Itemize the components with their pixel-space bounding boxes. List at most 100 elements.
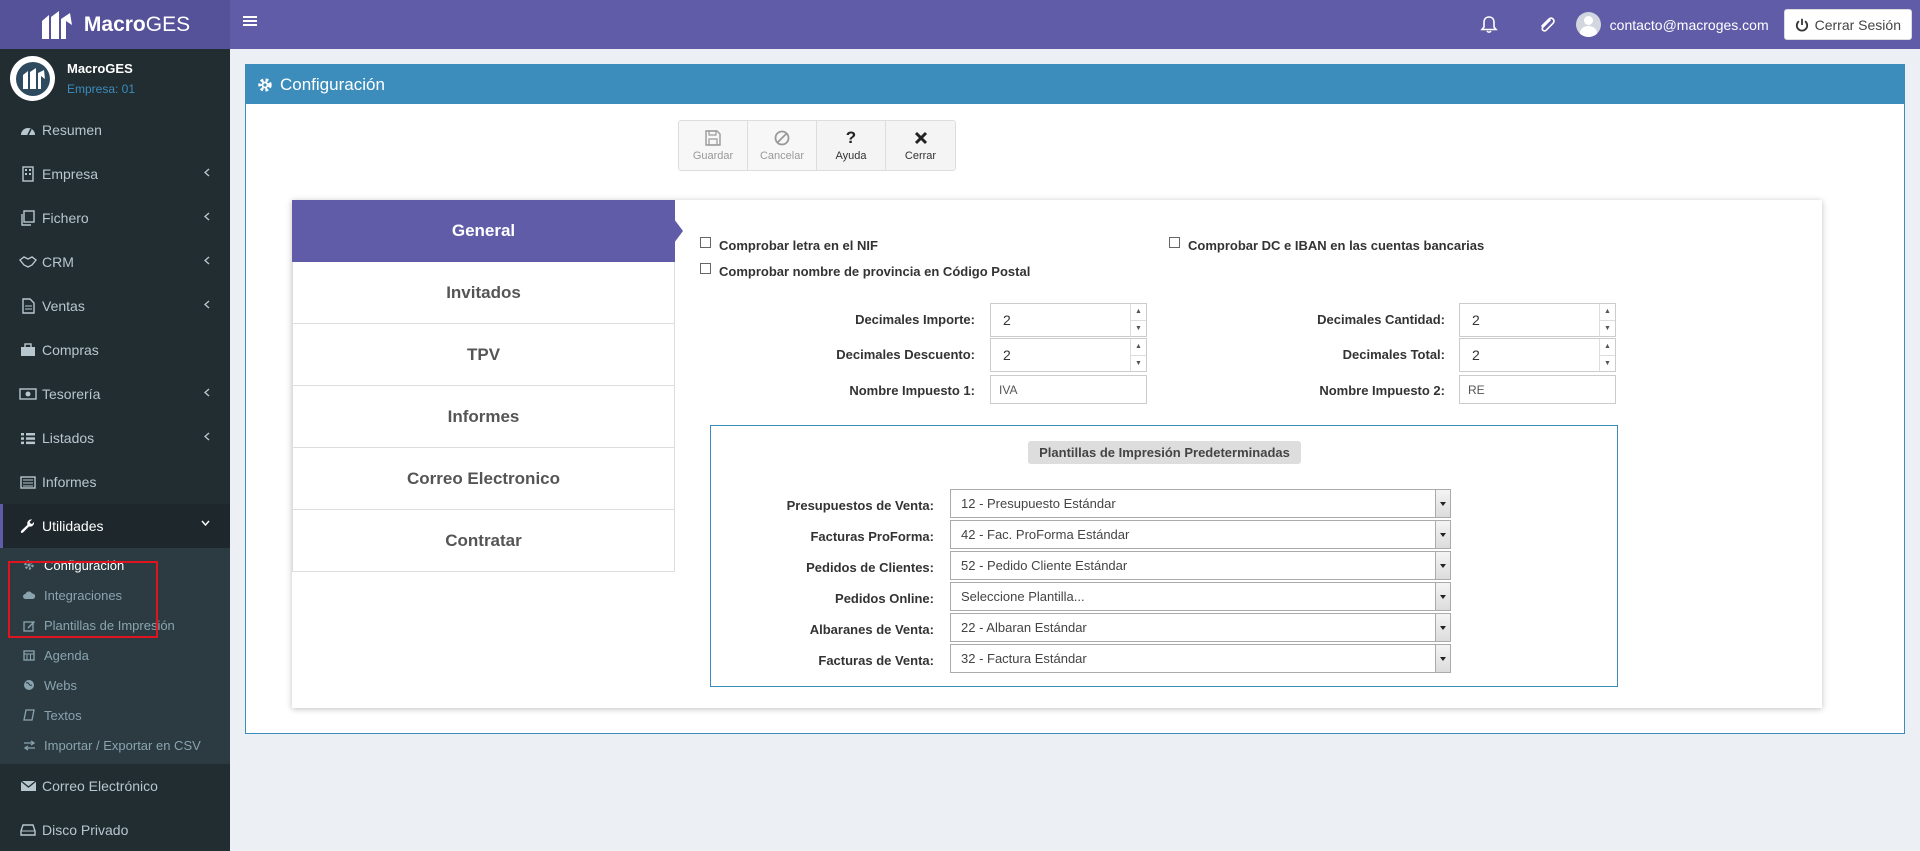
decrement-button[interactable]: ▼	[1131, 321, 1146, 337]
sidebar-item-listados[interactable]: Listados	[0, 416, 230, 460]
hdd-icon	[18, 822, 38, 838]
decimales-descuento-stepper[interactable]: 2 ▲ ▼	[990, 338, 1147, 372]
label-decimales-importe: Decimales Importe:	[855, 312, 975, 327]
label-impuesto-2: Nombre Impuesto 2:	[1319, 383, 1445, 398]
checkbox[interactable]	[700, 237, 711, 248]
select-facturas[interactable]: 32 - Factura Estándar	[950, 644, 1451, 673]
decrement-button[interactable]: ▼	[1600, 321, 1615, 337]
attachments-button[interactable]	[1518, 0, 1576, 49]
increment-button[interactable]: ▲	[1131, 339, 1146, 356]
decimales-total-stepper[interactable]: 2 ▲ ▼	[1459, 338, 1616, 372]
sidebar-item-ventas[interactable]: Ventas	[0, 284, 230, 328]
dropdown-arrow-icon[interactable]	[1435, 645, 1450, 672]
decrement-button[interactable]: ▼	[1600, 356, 1615, 372]
chevron-left-icon	[204, 212, 210, 221]
wrench-icon	[18, 518, 38, 534]
submenu-item-textos[interactable]: Textos	[0, 700, 230, 730]
templates-title: Plantillas de Impresión Predeterminadas	[1028, 441, 1301, 464]
dropdown-arrow-icon[interactable]	[1435, 583, 1450, 610]
dropdown-arrow-icon[interactable]	[1435, 490, 1450, 517]
decimales-importe-stepper[interactable]: 2 ▲ ▼	[990, 303, 1147, 337]
sidebar-item-fichero[interactable]: Fichero	[0, 196, 230, 240]
submenu-item-webs[interactable]: Webs	[0, 670, 230, 700]
sidebar-item-empresa[interactable]: Empresa	[0, 152, 230, 196]
globe-icon	[22, 679, 36, 691]
decrement-button[interactable]: ▼	[1131, 356, 1146, 372]
menu-icon	[243, 16, 257, 18]
check-codigo-postal[interactable]: Comprobar nombre de provincia en Código …	[700, 263, 1030, 279]
dropdown-arrow-icon[interactable]	[1435, 614, 1450, 641]
dropdown-arrow-icon[interactable]	[1435, 552, 1450, 579]
tab-tpv[interactable]: TPV	[292, 324, 675, 386]
check-iban[interactable]: Comprobar DC e IBAN en las cuentas banca…	[1169, 237, 1484, 253]
general-form: Comprobar letra en el NIF Comprobar nomb…	[675, 200, 1822, 708]
briefcase-icon	[18, 342, 38, 358]
floppy-icon	[705, 129, 721, 147]
dropdown-arrow-icon[interactable]	[1435, 521, 1450, 548]
sidebar-item-compras[interactable]: Compras	[0, 328, 230, 372]
submenu-item-configuracion[interactable]: Configuración	[0, 550, 230, 580]
dashboard-icon	[18, 122, 38, 138]
sidebar-item-resumen[interactable]: Resumen	[0, 108, 230, 152]
chevron-down-icon	[201, 520, 210, 526]
print-templates-section: Plantillas de Impresión Predeterminadas …	[710, 425, 1618, 687]
sidebar-toggle-button[interactable]	[243, 14, 257, 28]
settings-tabs: General Invitados TPV Informes Correo El…	[292, 200, 683, 572]
sidebar-item-informes[interactable]: Informes	[0, 460, 230, 504]
sidebar-item-correo[interactable]: Correo Electrónico	[0, 764, 230, 808]
label-albaranes: Albaranes de Venta:	[809, 622, 934, 637]
gear-icon	[22, 559, 36, 571]
save-button[interactable]: Guardar	[679, 121, 748, 170]
report-icon	[18, 474, 38, 490]
chevron-left-icon	[204, 300, 210, 309]
check-nif[interactable]: Comprobar letra en el NIF	[700, 237, 878, 253]
submenu-item-agenda[interactable]: Agenda	[0, 640, 230, 670]
sidebar-item-crm[interactable]: CRM	[0, 240, 230, 284]
user-menu[interactable]: contacto@macroges.com	[1575, 12, 1769, 37]
select-albaranes[interactable]: 22 - Albaran Estándar	[950, 613, 1451, 642]
document-icon	[18, 298, 38, 314]
bell-icon	[1480, 16, 1498, 34]
sidebar-item-tesoreria[interactable]: Tesorería	[0, 372, 230, 416]
cancel-button[interactable]: Cancelar	[748, 121, 817, 170]
close-button[interactable]: Cerrar	[886, 121, 955, 170]
notifications-button[interactable]	[1460, 0, 1518, 49]
label-pedidos-online: Pedidos Online:	[835, 591, 934, 606]
chevron-left-icon	[204, 432, 210, 441]
select-proforma[interactable]: 42 - Fac. ProForma Estándar	[950, 520, 1451, 549]
impuesto-1-input[interactable]: IVA	[990, 375, 1147, 404]
calendar-icon	[22, 649, 36, 661]
checkbox[interactable]	[1169, 237, 1180, 248]
app-logo[interactable]: MacroGES	[0, 0, 230, 49]
toolbar: Guardar Cancelar ? Ayuda Cerrar	[678, 120, 956, 171]
help-button[interactable]: ? Ayuda	[817, 121, 886, 170]
select-pedidos-clientes[interactable]: 52 - Pedido Cliente Estándar	[950, 551, 1451, 580]
label-decimales-cantidad: Decimales Cantidad:	[1317, 312, 1445, 327]
tab-correo[interactable]: Correo Electronico	[292, 448, 675, 510]
submenu-item-importar-exportar[interactable]: Importar / Exportar en CSV	[0, 730, 230, 760]
list-icon	[18, 430, 38, 446]
tab-informes[interactable]: Informes	[292, 386, 675, 448]
logout-button[interactable]: Cerrar Sesión	[1783, 9, 1912, 40]
chevron-left-icon	[204, 256, 210, 265]
sidebar-item-utilidades[interactable]: Utilidades	[0, 504, 230, 548]
increment-button[interactable]: ▲	[1600, 304, 1615, 321]
sidebar: MacroGES Empresa: 01 Resumen Empresa Fic…	[0, 49, 230, 851]
increment-button[interactable]: ▲	[1600, 339, 1615, 356]
submenu-item-integraciones[interactable]: Integraciones	[0, 580, 230, 610]
impuesto-2-input[interactable]: RE	[1459, 375, 1616, 404]
decimales-cantidad-stepper[interactable]: 2 ▲ ▼	[1459, 303, 1616, 337]
select-pedidos-online[interactable]: Seleccione Plantilla...	[950, 582, 1451, 611]
tab-invitados[interactable]: Invitados	[292, 262, 675, 324]
tab-contratar[interactable]: Contratar	[292, 510, 675, 572]
submenu-item-plantillas[interactable]: Plantillas de Impresión	[0, 610, 230, 640]
label-decimales-total: Decimales Total:	[1342, 347, 1445, 362]
sidebar-item-disco[interactable]: Disco Privado	[0, 808, 230, 851]
checkbox[interactable]	[700, 263, 711, 274]
label-pedidos-clientes: Pedidos de Clientes:	[806, 560, 934, 575]
label-proforma: Facturas ProForma:	[810, 529, 934, 544]
select-presupuestos[interactable]: 12 - Presupuesto Estándar	[950, 489, 1451, 518]
tab-general[interactable]: General	[292, 200, 683, 262]
question-icon: ?	[845, 128, 857, 147]
increment-button[interactable]: ▲	[1131, 304, 1146, 321]
